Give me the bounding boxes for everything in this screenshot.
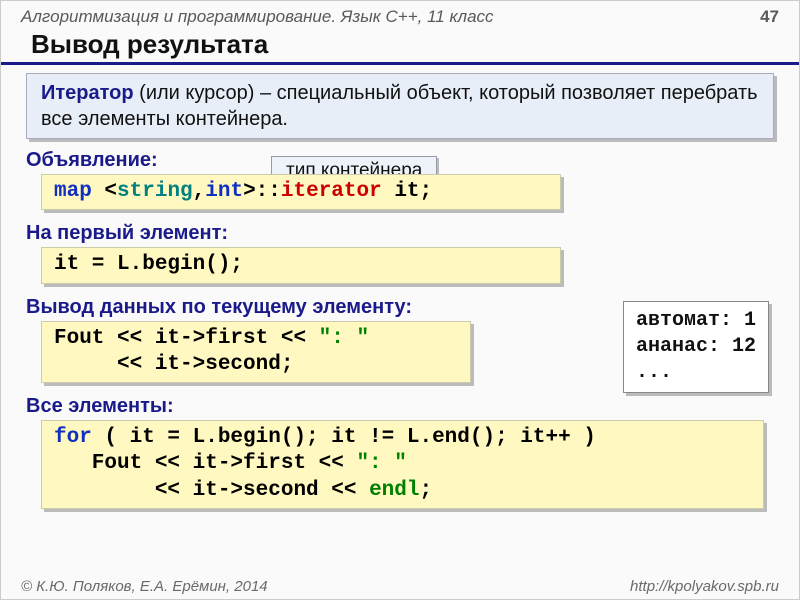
page-number: 47	[760, 7, 779, 27]
code-output-current: Fout << it->first << ": " << it->second;	[41, 321, 471, 384]
copyright: © К.Ю. Поляков, Е.А. Ерёмин, 2014	[21, 578, 268, 595]
code-declaration: map <string,int>::iterator it;	[41, 174, 561, 210]
source-url: http://kpolyakov.spb.ru	[630, 578, 779, 595]
label-all-elements: Все элементы:	[26, 395, 799, 418]
header-bar: Алгоритмизация и программирование. Язык …	[1, 1, 799, 29]
definition-box: Итератор (или курсор) – специальный объе…	[26, 73, 774, 139]
sample-output: автомат: 1 ананас: 12 ...	[623, 301, 769, 393]
code-first: it = L.begin();	[41, 247, 561, 283]
definition-term: Итератор	[41, 82, 134, 104]
definition-text: (или курсор) – специальный объект, котор…	[41, 82, 758, 130]
subject-line: Алгоритмизация и программирование. Язык …	[21, 7, 494, 27]
code-all-elements: for ( it = L.begin(); it != L.end(); it+…	[41, 420, 764, 509]
page-title: Вывод результата	[1, 29, 799, 65]
footer: © К.Ю. Поляков, Е.А. Ерёмин, 2014 http:/…	[1, 578, 799, 595]
label-first-element: На первый элемент:	[26, 222, 799, 245]
